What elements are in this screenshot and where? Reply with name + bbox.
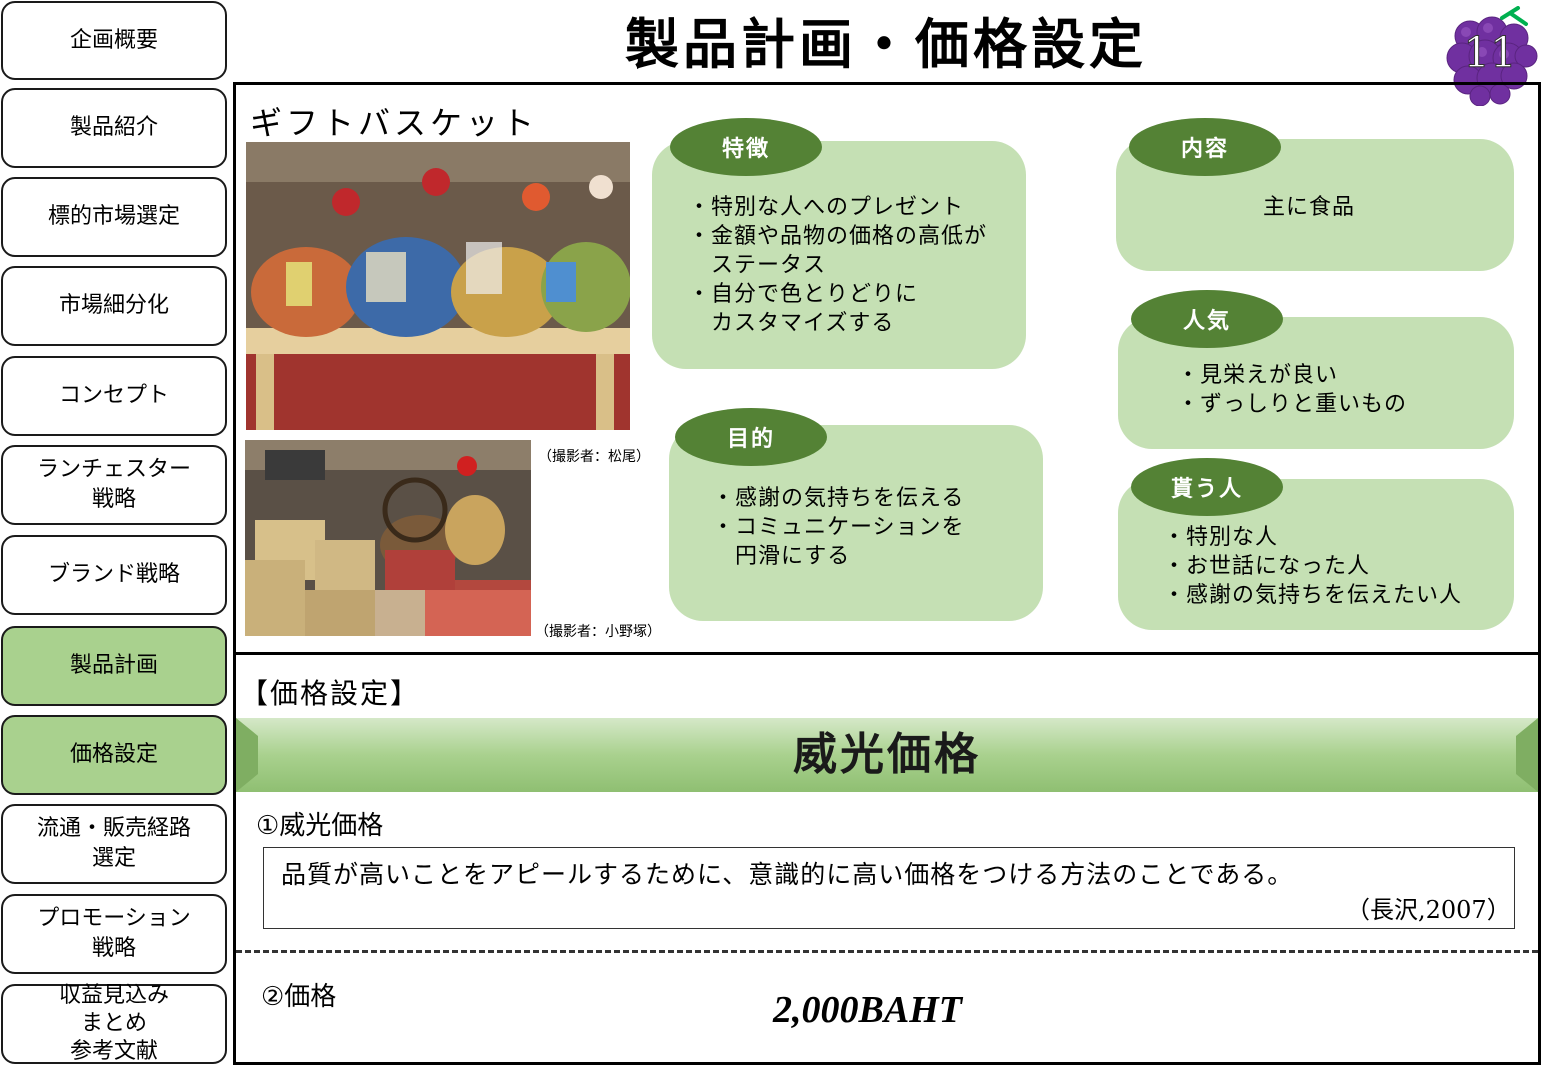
page-title: 製品計画・価格設定 [625,13,1147,76]
nav-item-lanchester[interactable]: ランチェスター 戦略 [1,445,227,525]
popularity-tab: 人気 [1131,290,1283,348]
nav-item-promotion[interactable]: プロモーション 戦略 [1,894,227,974]
basket-stock-photo [245,440,531,636]
prestige-pricing-title: ①威光価格 [256,811,384,841]
nav-item-pricing[interactable]: 価格設定 [1,715,227,795]
page-number: 11 [1463,28,1517,78]
definition-text: 品質が高いことをアピールするために、意識的に高い価格をつける方法のことである。 [281,860,1294,889]
photo-caption-2: （撮影者：小野塚） [535,624,661,640]
recipients-text: ・特別な人 ・お世話になった人 ・感謝の気持ちを伝えたい人 [1163,525,1463,608]
product-title: ギフトバスケット [250,104,539,142]
nav-item-target-market[interactable]: 標的市場選定 [1,177,227,257]
purpose-tab: 目的 [675,408,827,466]
nav-item-product-intro[interactable]: 製品紹介 [1,88,227,168]
price-value: 2,000BAHT [773,989,962,1031]
nav-item-distribution[interactable]: 流通・販売経路 選定 [1,804,227,884]
pricing-heading: 【価格設定】 [240,677,421,710]
features-text: ・特別な人へのプレゼント ・金額や品物の価格の高低が ステータス ・自分で色とり… [688,195,988,336]
nav-item-brand-strategy[interactable]: ブランド戦略 [1,535,227,615]
gift-basket-photo [246,142,630,430]
contents-tab: 内容 [1129,118,1281,176]
pricing-banner-title: 威光価格 [793,729,981,780]
contents-text: 主に食品 [1263,195,1356,220]
features-tab: 特徴 [670,118,822,176]
price-title: ②価格 [261,982,337,1012]
nav-item-plan-overview[interactable]: 企画概要 [1,1,227,80]
definition-citation: （長沢,2007） [1346,896,1511,924]
popularity-text: ・見栄えが良い ・ずっしりと重いもの [1177,363,1408,417]
nav-item-concept[interactable]: コンセプト [1,356,227,436]
nav-item-revenue-summary[interactable]: 収益見込み まとめ 参考文献 [1,983,227,1064]
photo-caption-1: （撮影者：松尾） [538,449,650,465]
recipients-tab: 貰う人 [1131,458,1283,516]
purpose-text: ・感謝の気持ちを伝える ・コミュニケーションを 円滑にする [712,486,965,569]
nav-item-segmentation[interactable]: 市場細分化 [1,266,227,346]
section-divider [236,950,1538,953]
nav-item-product-planning[interactable]: 製品計画 [1,626,227,706]
